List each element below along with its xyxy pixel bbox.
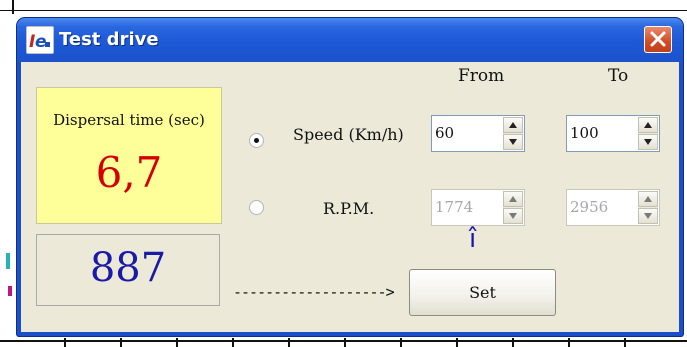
- radio-selected-dot: [254, 138, 259, 143]
- speed-from-spinner[interactable]: 60: [431, 115, 525, 152]
- spinner-buttons: [638, 191, 658, 224]
- speed-to-value: 100: [570, 124, 599, 142]
- background-tick: [12, 0, 14, 14]
- spin-up-button[interactable]: [638, 191, 658, 207]
- background-tick: [568, 338, 570, 347]
- arrow-down-icon: [509, 139, 517, 145]
- dashed-arrow: ------------------->: [233, 283, 395, 301]
- background-tick: [64, 338, 66, 347]
- counter-panel: 887: [36, 234, 220, 306]
- close-icon: [650, 31, 666, 47]
- arrow-down-icon: [509, 213, 517, 219]
- counter-value: 887: [89, 245, 167, 291]
- background-tick: [456, 338, 458, 347]
- arrow-up-icon: [509, 196, 517, 202]
- background-tick: [288, 338, 290, 347]
- spin-down-button[interactable]: [503, 208, 523, 224]
- from-column-header: From: [458, 66, 505, 86]
- background-tick: [624, 338, 626, 347]
- background-rule-top: [0, 10, 687, 11]
- rpm-to-spinner[interactable]: 2956: [566, 189, 660, 226]
- background-tick: [400, 338, 402, 347]
- arrow-down-icon: [644, 213, 652, 219]
- arrow-up-icon: [644, 122, 652, 128]
- to-column-header: To: [608, 66, 629, 86]
- window-title: Test drive: [59, 29, 159, 50]
- speed-from-value: 60: [435, 124, 455, 142]
- rpm-radio[interactable]: [249, 200, 264, 215]
- speed-to-spinner[interactable]: 100: [566, 115, 660, 152]
- background-tick: [176, 338, 178, 347]
- rpm-from-value: 1774: [435, 198, 474, 216]
- spinner-buttons: [503, 191, 523, 224]
- rpm-from-spinner[interactable]: 1774: [431, 189, 525, 226]
- spinner-buttons: [503, 117, 523, 150]
- dispersal-time-label: Dispersal time (sec): [53, 111, 205, 129]
- spin-up-button[interactable]: [638, 117, 658, 133]
- background-tick: [232, 338, 234, 347]
- spin-down-button[interactable]: [503, 134, 523, 150]
- set-button[interactable]: Set: [409, 269, 556, 316]
- arrow-down-icon: [644, 139, 652, 145]
- background-tick: [344, 338, 346, 347]
- spin-down-button[interactable]: [638, 134, 658, 150]
- test-drive-window: I e Test drive Dispersal time (sec) 6,7 …: [17, 18, 683, 336]
- svg-text:e: e: [35, 32, 47, 52]
- selection-indicator: î: [469, 224, 477, 254]
- arrow-up-icon: [509, 122, 517, 128]
- background-mark: [6, 253, 10, 269]
- spinner-buttons: [638, 117, 658, 150]
- spin-down-button[interactable]: [638, 208, 658, 224]
- arrow-up-icon: [644, 196, 652, 202]
- speed-label: Speed (Km/h): [293, 125, 404, 144]
- rpm-to-value: 2956: [570, 198, 609, 216]
- background-tick: [120, 338, 122, 347]
- title-bar[interactable]: I e Test drive: [17, 18, 683, 62]
- rpm-label: R.P.M.: [323, 199, 375, 218]
- app-icon[interactable]: I e: [26, 26, 54, 54]
- spin-up-button[interactable]: [503, 117, 523, 133]
- close-button[interactable]: [644, 26, 672, 53]
- dispersal-time-panel: Dispersal time (sec) 6,7: [36, 87, 222, 224]
- speed-radio[interactable]: [249, 133, 264, 148]
- dispersal-time-value: 6,7: [95, 148, 163, 197]
- background-tick: [512, 338, 514, 347]
- client-area: Dispersal time (sec) 6,7 887 From To Spe…: [21, 62, 679, 332]
- background-mark: [8, 286, 12, 296]
- spin-up-button[interactable]: [503, 191, 523, 207]
